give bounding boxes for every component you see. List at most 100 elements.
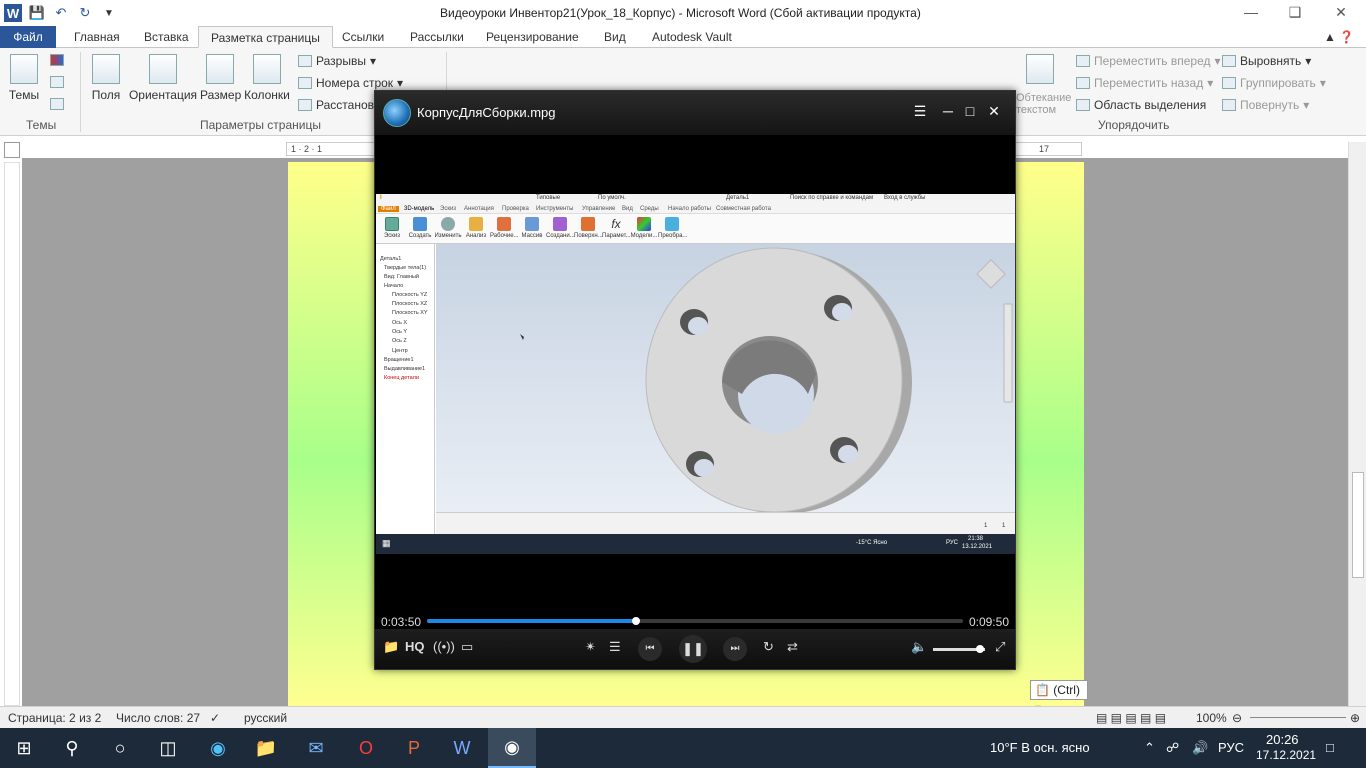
shuffle-icon[interactable]: ⇄: [787, 639, 798, 655]
word-count[interactable]: Число слов: 27: [116, 711, 200, 725]
pause-icon[interactable]: ❚❚: [679, 635, 707, 663]
wrap-text-button[interactable]: [1020, 54, 1060, 88]
rotate-button[interactable]: Повернуть ▾: [1222, 98, 1309, 112]
inventor-taskbar: ▦ -15°C Ясно РУС 21:38 13.12.2021: [376, 534, 1015, 554]
themes-group-label: Темы: [26, 118, 57, 132]
word-taskbar-icon[interactable]: W: [438, 728, 486, 768]
search-icon[interactable]: ⚲: [48, 728, 96, 768]
player-taskbar-icon[interactable]: ◉: [488, 728, 536, 768]
zoom-level[interactable]: 100%: [1196, 711, 1227, 725]
customize-qat-icon[interactable]: ▼: [100, 4, 118, 22]
send-backward-button[interactable]: Переместить назад ▾: [1076, 76, 1213, 90]
start-icon[interactable]: ⊞: [0, 728, 48, 768]
player-close-button[interactable]: ✕: [983, 103, 1005, 120]
settings-icon[interactable]: ✴: [585, 639, 596, 655]
player-maximize-button[interactable]: □: [959, 103, 981, 119]
edge-icon[interactable]: ◉: [194, 728, 242, 768]
tab-references[interactable]: Ссылки: [330, 26, 396, 48]
network-icon[interactable]: ☍: [1166, 740, 1179, 756]
undo-icon[interactable]: ↶: [52, 4, 70, 22]
themes-button[interactable]: Темы: [6, 54, 42, 102]
broadcast-icon[interactable]: ((•)): [433, 639, 455, 654]
zoom-out-icon[interactable]: ⊖: [1232, 711, 1242, 725]
inv-tool: fx Парамет...: [602, 217, 631, 239]
theme-fonts-icon[interactable]: [50, 76, 64, 88]
video-player-window[interactable]: КорпусДляСборки.mpg ☰ ─ □ ✕ I Типовые По…: [374, 90, 1016, 670]
clock-time[interactable]: 20:26: [1266, 732, 1299, 747]
maximize-button[interactable]: ❑: [1272, 4, 1318, 24]
orientation-button[interactable]: Ориентация: [128, 54, 198, 102]
fullscreen-icon[interactable]: ⤢: [995, 639, 1005, 655]
cortana-icon[interactable]: ○: [96, 728, 144, 768]
margins-button[interactable]: Поля: [88, 54, 124, 102]
line-numbers-button[interactable]: Номера строк ▾: [298, 76, 403, 90]
save-icon[interactable]: 💾: [28, 4, 46, 22]
opera-icon[interactable]: O: [342, 728, 390, 768]
size-button[interactable]: Размер: [200, 54, 241, 102]
minimize-button[interactable]: —: [1228, 4, 1274, 24]
zoom-slider[interactable]: [1250, 717, 1346, 718]
repeat-icon[interactable]: ↻: [763, 639, 774, 655]
bring-forward-button[interactable]: Переместить вперед ▾: [1076, 54, 1221, 68]
view-buttons[interactable]: ▤ ▤ ▤ ▤ ▤: [1096, 711, 1166, 725]
breaks-button[interactable]: Разрывы ▾: [298, 54, 376, 68]
group-button[interactable]: Группировать ▾: [1222, 76, 1326, 90]
tab-file[interactable]: Файл: [0, 26, 56, 48]
paste-options-button[interactable]: 📋 (Ctrl) ▾: [1030, 680, 1088, 715]
notifications-icon[interactable]: □: [1326, 740, 1334, 755]
tab-autodesk-vault[interactable]: Autodesk Vault: [640, 26, 744, 48]
screen-icon[interactable]: ▭: [461, 639, 473, 655]
vertical-scrollbar[interactable]: [1348, 142, 1366, 706]
hyphenation-button[interactable]: Расстановка: [298, 98, 386, 112]
theme-colors-icon[interactable]: [50, 54, 64, 66]
weather-widget[interactable]: 10°F В осн. ясно: [990, 740, 1090, 755]
powerpoint-icon[interactable]: P: [390, 728, 438, 768]
tab-insert[interactable]: Вставка: [132, 26, 201, 48]
ruler-mark-right: 17: [1039, 144, 1050, 154]
tab-page-layout[interactable]: Разметка страницы: [198, 26, 333, 48]
language-indicator[interactable]: РУС: [1218, 740, 1244, 755]
volume-handle[interactable]: [975, 645, 984, 653]
theme-effects-icon[interactable]: [50, 98, 64, 110]
tab-selector[interactable]: [4, 142, 20, 158]
hq-button[interactable]: HQ: [405, 639, 425, 654]
playlist-icon[interactable]: ☰: [909, 103, 931, 120]
player-minimize-button[interactable]: ─: [937, 103, 959, 119]
speaker-icon[interactable]: 🔊: [1192, 740, 1208, 756]
video-frame[interactable]: I Типовые По умолч. Деталь1 Поиск по спр…: [376, 194, 1015, 554]
inv-time: 21:38: [968, 536, 984, 542]
help-icon[interactable]: ▲ ❓: [1320, 26, 1358, 48]
language[interactable]: русский: [244, 711, 287, 725]
zoom-in-icon[interactable]: ⊕: [1350, 711, 1360, 725]
tab-view[interactable]: Вид: [592, 26, 638, 48]
equalizer-icon[interactable]: ☰: [609, 639, 621, 655]
volume-icon[interactable]: 🔈: [911, 639, 927, 655]
open-file-icon[interactable]: 📁: [383, 639, 399, 655]
ruler-mark-left: 1 · 2 · 1: [291, 144, 323, 154]
inv-tool: Анализ: [462, 217, 490, 239]
seek-handle[interactable]: [632, 617, 641, 625]
tab-mailings[interactable]: Рассылки: [398, 26, 476, 48]
redo-icon[interactable]: ↻: [76, 4, 94, 22]
vertical-ruler[interactable]: [4, 162, 20, 706]
selection-pane-button[interactable]: Область выделения: [1076, 98, 1206, 112]
task-view-icon[interactable]: ◫: [144, 728, 192, 768]
page-count[interactable]: Страница: 2 из 2: [8, 711, 101, 725]
scrollbar-thumb[interactable]: [1352, 472, 1364, 578]
tab-home[interactable]: Главная: [62, 26, 132, 48]
align-button[interactable]: Выровнять ▾: [1222, 54, 1311, 68]
explorer-icon[interactable]: 📁: [242, 728, 290, 768]
columns-button[interactable]: Колонки: [242, 54, 292, 102]
seek-bar[interactable]: [427, 617, 963, 625]
clock-date[interactable]: 17.12.2021: [1256, 748, 1316, 762]
inventor-title-bar: I Типовые По умолч. Деталь1 Поиск по спр…: [376, 194, 1015, 204]
spellcheck-icon[interactable]: ✓: [210, 711, 220, 725]
volume-slider[interactable]: [933, 645, 985, 653]
mail-icon[interactable]: ✉: [292, 728, 340, 768]
close-button[interactable]: ✕: [1318, 4, 1364, 24]
tray-chevron-icon[interactable]: ⌃: [1144, 740, 1155, 756]
tab-review[interactable]: Рецензирование: [474, 26, 591, 48]
next-icon[interactable]: ⏭: [723, 637, 747, 661]
previous-icon[interactable]: ⏮: [638, 637, 662, 661]
word-app-icon[interactable]: W: [4, 4, 22, 22]
